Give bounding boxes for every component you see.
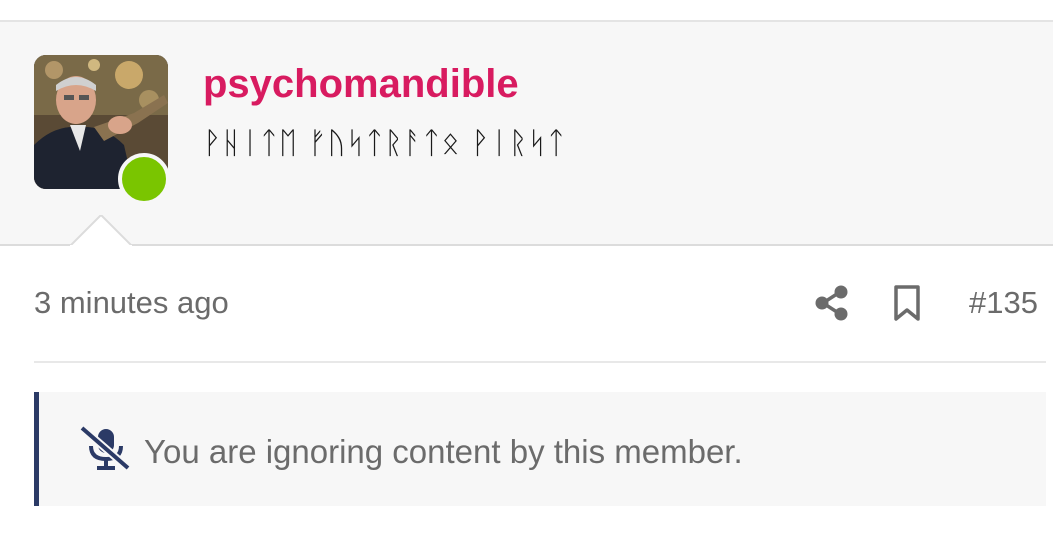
share-icon[interactable] <box>813 284 851 322</box>
username-link[interactable]: psychomandible <box>203 62 519 106</box>
ignored-content-notice: You are ignoring content by this member. <box>34 392 1046 506</box>
meta-divider <box>34 361 1046 363</box>
bookmark-icon[interactable] <box>889 284 925 322</box>
post-timestamp[interactable]: 3 minutes ago <box>34 285 229 321</box>
online-status-indicator <box>118 153 170 205</box>
post-number-link[interactable]: #135 <box>969 285 1038 321</box>
user-title: ᚹᚺᛁᛏᛖ ᚠᚢᛋᛏᚱᚨᛏᛟ ᚹᛁᚱᛋᛏ <box>203 126 567 161</box>
ignored-content-message: You are ignoring content by this member. <box>144 433 743 470</box>
mute-microphone-icon <box>79 424 131 472</box>
post-container: psychomandible ᚹᚺᛁᛏᛖ ᚠᚢᛋᛏᚱᚨᛏᛟ ᚹᛁᚱᛋᛏ 3 mi… <box>0 0 1053 534</box>
header-divider <box>0 244 1053 246</box>
